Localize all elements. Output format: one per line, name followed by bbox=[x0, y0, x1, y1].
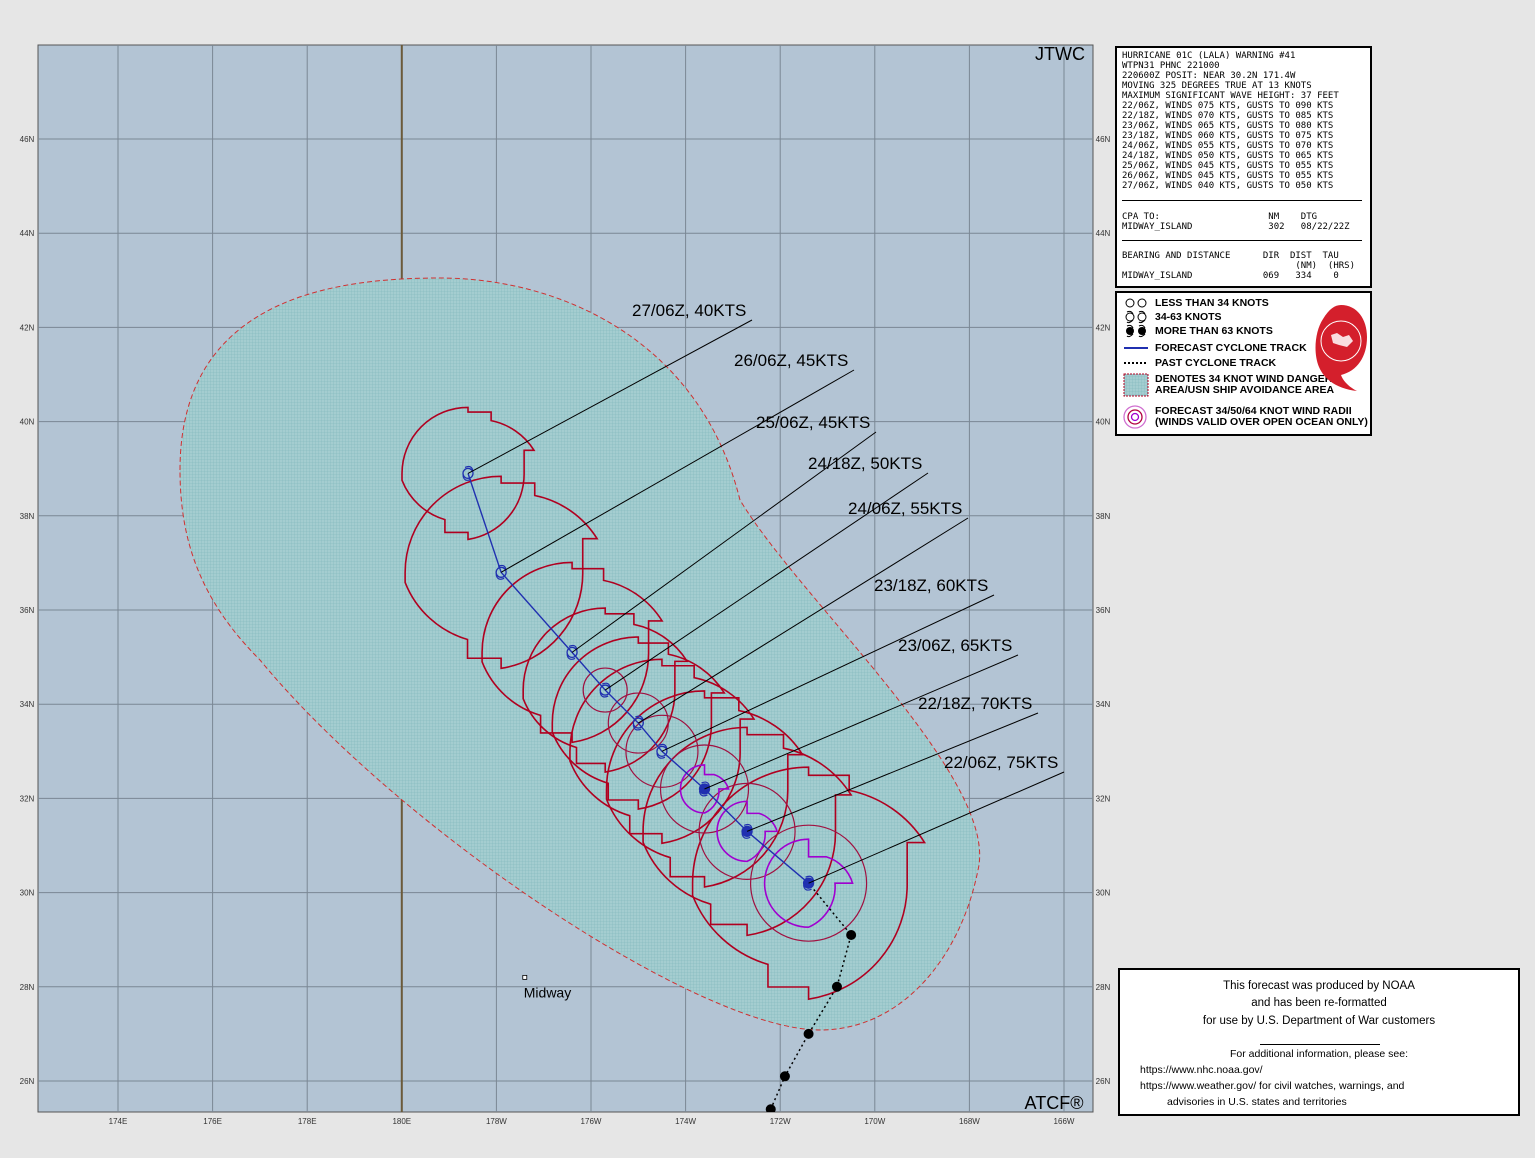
lon-label: 176W bbox=[581, 1117, 602, 1126]
lat-label-left: 34N bbox=[20, 700, 35, 709]
jtwc-mark: JTWC bbox=[1035, 44, 1085, 64]
lon-label: 170W bbox=[864, 1117, 885, 1126]
lat-label-left: 28N bbox=[20, 983, 35, 992]
forecast-label: 27/06Z, 40KTS bbox=[632, 301, 746, 320]
forecast-label: 24/18Z, 50KTS bbox=[808, 454, 922, 473]
bearing-row: MIDWAY_ISLAND 069 334 0 bbox=[1122, 271, 1339, 281]
warning-line: 25/06Z, WINDS 045 KTS, GUSTS TO 055 KTS bbox=[1122, 161, 1334, 171]
past-position-marker bbox=[765, 1104, 776, 1112]
lon-label: 174E bbox=[109, 1117, 128, 1126]
lat-label-right: 42N bbox=[1096, 323, 1111, 332]
forecast-track-line-icon bbox=[1123, 341, 1151, 355]
lat-label-right: 32N bbox=[1096, 794, 1111, 803]
lat-label-left: 36N bbox=[20, 606, 35, 615]
bearing-units: (NM) (HRS) bbox=[1122, 261, 1355, 271]
lat-label-right: 44N bbox=[1096, 229, 1111, 238]
lat-label-right: 46N bbox=[1096, 135, 1111, 144]
warning-line: 23/18Z, WINDS 060 KTS, GUSTS TO 075 KTS bbox=[1122, 131, 1334, 141]
lat-label-right: 30N bbox=[1096, 889, 1111, 898]
forecast-label: 23/18Z, 60KTS bbox=[874, 576, 988, 595]
credit-divider bbox=[1260, 1044, 1380, 1045]
midway-label: Midway bbox=[524, 984, 571, 1000]
lat-label-right: 36N bbox=[1096, 606, 1111, 615]
legend-row-wind-radii: FORECAST 34/50/64 KNOT WIND RADII (WINDS … bbox=[1123, 404, 1368, 430]
past-track-line-icon bbox=[1123, 356, 1151, 370]
warning-line: HURRICANE 01C (LALA) WARNING #41 bbox=[1122, 51, 1296, 61]
credit-line-2: and has been re-formatted bbox=[1251, 997, 1387, 1009]
lon-label: 168W bbox=[959, 1117, 980, 1126]
credit-line-4: For additional information, please see: bbox=[1229, 1048, 1409, 1060]
warning-line: 22/18Z, WINDS 070 KTS, GUSTS TO 085 KTS bbox=[1122, 111, 1334, 121]
cpa-row: MIDWAY_ISLAND 302 08/22/22Z bbox=[1122, 222, 1350, 232]
lat-label-left: 44N bbox=[20, 229, 35, 238]
lat-label-left: 32N bbox=[20, 794, 35, 803]
credit-line-1: This forecast was produced by NOAA bbox=[1223, 980, 1415, 992]
legend-row-less-34: LESS THAN 34 KNOTS bbox=[1123, 296, 1269, 310]
lat-label-left: 46N bbox=[20, 135, 35, 144]
warning-line: 22/06Z, WINDS 075 KTS, GUSTS TO 090 KTS bbox=[1122, 101, 1334, 111]
open-storm-icon bbox=[1123, 296, 1151, 310]
lon-label: 176E bbox=[203, 1117, 222, 1126]
legend-row-danger-area: DENOTES 34 KNOT WIND DANGER AREA/USN SHIP… bbox=[1123, 373, 1334, 397]
warning-line: 220600Z POSIT: NEAR 30.2N 171.4W bbox=[1122, 71, 1296, 81]
warning-line: MOVING 325 DEGREES TRUE AT 13 KNOTS bbox=[1122, 81, 1312, 91]
past-position-marker bbox=[846, 929, 857, 940]
atcf-mark: ATCF® bbox=[1025, 1093, 1084, 1113]
warning-line: WTPN31 PHNC 221000 bbox=[1122, 61, 1220, 71]
lat-label-right: 40N bbox=[1096, 418, 1111, 427]
credit-line-3: for use by U.S. Department of War custom… bbox=[1202, 1015, 1436, 1027]
forecast-label: 24/06Z, 55KTS bbox=[848, 499, 962, 518]
forecast-label: 25/06Z, 45KTS bbox=[756, 413, 870, 432]
lat-label-left: 30N bbox=[20, 889, 35, 898]
credit-line-7: advisories in U.S. states and territorie… bbox=[1167, 1096, 1347, 1108]
forecast-label: 23/06Z, 65KTS bbox=[898, 636, 1012, 655]
bearing-header: BEARING AND DISTANCE DIR DIST TAU bbox=[1122, 251, 1339, 261]
lon-label: 180E bbox=[392, 1117, 411, 1126]
divider bbox=[1122, 200, 1362, 201]
lat-label-right: 34N bbox=[1096, 700, 1111, 709]
lon-label: 178E bbox=[298, 1117, 317, 1126]
wind-radii-icon bbox=[1123, 404, 1151, 430]
danger-area-swatch-icon bbox=[1123, 373, 1151, 397]
divider bbox=[1122, 240, 1362, 241]
midway-marker bbox=[522, 974, 528, 980]
warning-line: MAXIMUM SIGNIFICANT WAVE HEIGHT: 37 FEET bbox=[1122, 91, 1339, 101]
warning-line: 26/06Z, WINDS 045 KTS, GUSTS TO 055 KTS bbox=[1122, 171, 1334, 181]
lon-label: 174W bbox=[675, 1117, 696, 1126]
hurricane-icon bbox=[1123, 324, 1151, 338]
tropical-storm-icon bbox=[1123, 310, 1151, 324]
past-position-marker bbox=[831, 981, 842, 992]
cpa-header: CPA TO: NM DTG bbox=[1122, 212, 1318, 222]
past-position-marker bbox=[779, 1071, 790, 1082]
credit-panel: This forecast was produced by NOAA and h… bbox=[1118, 968, 1520, 1116]
legend-row-more-63: MORE THAN 63 KNOTS bbox=[1123, 324, 1273, 338]
past-position-marker bbox=[803, 1028, 814, 1039]
lat-label-left: 40N bbox=[20, 418, 35, 427]
warning-line: 23/06Z, WINDS 065 KTS, GUSTS TO 080 KTS bbox=[1122, 121, 1334, 131]
warning-line: 24/06Z, WINDS 055 KTS, GUSTS TO 070 KTS bbox=[1122, 141, 1334, 151]
lon-label: 172W bbox=[770, 1117, 791, 1126]
weather-gov-link[interactable]: https://www.weather.gov/ for civil watch… bbox=[1140, 1080, 1404, 1092]
legend-row-past-track: PAST CYCLONE TRACK bbox=[1123, 356, 1276, 370]
forecast-label: 22/06Z, 75KTS bbox=[944, 753, 1058, 772]
lon-label: 166W bbox=[1054, 1117, 1075, 1126]
lon-label: 178W bbox=[486, 1117, 507, 1126]
lat-label-left: 38N bbox=[20, 512, 35, 521]
legend-row-34-63: 34-63 KNOTS bbox=[1123, 310, 1222, 324]
legend-panel: LESS THAN 34 KNOTS 34-63 KNOTS MORE THAN… bbox=[1115, 291, 1372, 436]
cphc-logo bbox=[1313, 301, 1369, 393]
legend-row-forecast-track: FORECAST CYCLONE TRACK bbox=[1123, 341, 1307, 355]
forecast-label: 26/06Z, 45KTS bbox=[734, 351, 848, 370]
lat-label-left: 26N bbox=[20, 1077, 35, 1086]
warning-line: 27/06Z, WINDS 040 KTS, GUSTS TO 050 KTS bbox=[1122, 181, 1334, 191]
lat-label-right: 38N bbox=[1096, 512, 1111, 521]
nhc-link[interactable]: https://www.nhc.noaa.gov/ bbox=[1140, 1064, 1263, 1076]
lat-label-right: 26N bbox=[1096, 1077, 1111, 1086]
warning-line: 24/18Z, WINDS 050 KTS, GUSTS TO 065 KTS bbox=[1122, 151, 1334, 161]
warning-panel: HURRICANE 01C (LALA) WARNING #41 WTPN31 P… bbox=[1115, 46, 1372, 288]
forecast-label: 22/18Z, 70KTS bbox=[918, 694, 1032, 713]
lat-label-left: 42N bbox=[20, 323, 35, 332]
lat-label-right: 28N bbox=[1096, 983, 1111, 992]
